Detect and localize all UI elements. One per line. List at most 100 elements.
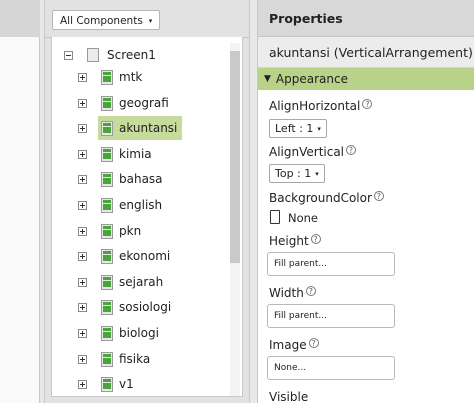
tree-item-label: sejarah bbox=[119, 275, 164, 289]
vertical-arrangement-icon bbox=[101, 120, 113, 136]
tree-item-body[interactable]: v1 bbox=[98, 372, 139, 396]
expand-toggle-icon[interactable] bbox=[78, 226, 87, 236]
tree-item[interactable]: fisika bbox=[78, 348, 155, 370]
collapse-triangle-icon: ▼ bbox=[264, 74, 271, 84]
expand-toggle-icon[interactable] bbox=[78, 200, 87, 210]
vertical-arrangement-icon bbox=[101, 325, 113, 341]
help-icon[interactable]: ? bbox=[362, 99, 373, 109]
help-icon[interactable]: ? bbox=[310, 234, 321, 244]
tree-item-body[interactable]: sosiologi bbox=[98, 295, 176, 319]
image-label: Image bbox=[269, 338, 307, 352]
tree-item-body[interactable]: kimia bbox=[98, 142, 157, 166]
background-color-swatch[interactable] bbox=[270, 210, 280, 224]
expand-toggle-icon[interactable] bbox=[78, 72, 87, 82]
align-vertical-property: AlignVertical? bbox=[269, 145, 357, 159]
help-icon[interactable]: ? bbox=[305, 286, 316, 296]
vertical-arrangement-icon bbox=[101, 171, 113, 187]
tree-item-body[interactable]: geografi bbox=[98, 91, 174, 115]
tree-item[interactable]: geografi bbox=[78, 92, 174, 114]
tree-item[interactable]: english bbox=[78, 194, 167, 216]
appearance-section-label: Appearance bbox=[275, 72, 348, 86]
vertical-arrangement-icon bbox=[101, 351, 113, 367]
viewer-area bbox=[0, 37, 40, 403]
tree-item-label: bahasa bbox=[119, 172, 163, 186]
width-property: Width? bbox=[269, 286, 316, 300]
tree-item-body[interactable]: akuntansi bbox=[98, 116, 183, 140]
expand-toggle-icon[interactable] bbox=[78, 328, 87, 338]
tree-item[interactable]: bahasa bbox=[78, 168, 168, 190]
tree-item[interactable]: kimia bbox=[78, 143, 157, 165]
expand-toggle-icon[interactable] bbox=[78, 277, 87, 287]
tree-item-body[interactable]: pkn bbox=[98, 219, 146, 243]
height-field[interactable]: Fill parent... bbox=[267, 252, 395, 276]
vertical-arrangement-icon bbox=[101, 299, 113, 315]
expand-toggle-icon[interactable] bbox=[78, 123, 87, 133]
help-icon[interactable]: ? bbox=[373, 191, 384, 201]
vertical-arrangement-icon bbox=[101, 223, 113, 239]
tree-item-label: v1 bbox=[119, 377, 134, 391]
background-color-property: BackgroundColor? bbox=[269, 191, 384, 205]
properties-title: Properties bbox=[258, 0, 474, 37]
expand-toggle-icon[interactable] bbox=[78, 379, 87, 389]
align-vertical-select[interactable]: Top : 1 ▾ bbox=[269, 164, 325, 183]
height-property: Height? bbox=[269, 234, 321, 248]
tree-item-body[interactable]: bahasa bbox=[98, 167, 168, 191]
tree-scrollbar-thumb[interactable] bbox=[230, 51, 240, 263]
tree-item-label: biologi bbox=[119, 326, 159, 340]
tree-item-label: geografi bbox=[119, 96, 169, 110]
tree-item[interactable]: sejarah bbox=[78, 271, 168, 293]
tree-item-body[interactable]: mtk bbox=[98, 65, 147, 89]
all-components-dropdown[interactable]: All Components ▾ bbox=[52, 10, 161, 30]
tree-item[interactable]: v1 bbox=[78, 373, 139, 395]
tree-item[interactable]: ekonomi bbox=[78, 245, 175, 267]
components-toolbar: All Components ▾ bbox=[45, 0, 249, 38]
vertical-arrangement-icon bbox=[101, 248, 113, 264]
image-field[interactable]: None... bbox=[267, 356, 395, 380]
appearance-section-header[interactable]: ▼ Appearance bbox=[258, 68, 474, 90]
align-horizontal-select[interactable]: Left : 1 ▾ bbox=[269, 119, 327, 138]
expand-toggle-icon[interactable] bbox=[78, 174, 87, 184]
help-icon[interactable]: ? bbox=[308, 338, 319, 348]
tree-item[interactable]: biologi bbox=[78, 322, 164, 344]
vertical-arrangement-icon bbox=[101, 69, 113, 85]
selected-component-name: akuntansi (VerticalArrangement) bbox=[258, 37, 474, 68]
align-vertical-label: AlignVertical bbox=[269, 145, 345, 159]
tree-item-body[interactable]: biologi bbox=[98, 321, 164, 345]
tree-item-screen[interactable]: Screen1 bbox=[64, 44, 161, 66]
tree-item-label: kimia bbox=[119, 147, 152, 161]
tree-item-label: fisika bbox=[119, 352, 151, 366]
width-field[interactable]: Fill parent... bbox=[267, 304, 395, 328]
tree-item-body[interactable]: ekonomi bbox=[98, 244, 175, 268]
tree-item[interactable]: sosiologi bbox=[78, 296, 176, 318]
expand-toggle-icon[interactable] bbox=[78, 98, 87, 108]
height-label: Height bbox=[269, 234, 309, 248]
viewer-toolbar bbox=[0, 0, 40, 38]
expand-toggle-icon[interactable] bbox=[78, 251, 87, 261]
expand-toggle-icon[interactable] bbox=[78, 149, 87, 159]
tree-item-body[interactable]: fisika bbox=[98, 347, 155, 371]
background-color-value[interactable]: None bbox=[288, 211, 318, 225]
align-horizontal-property: AlignHorizontal? bbox=[269, 99, 373, 113]
tree-item-body[interactable]: Screen1 bbox=[84, 43, 161, 67]
tree-item-body[interactable]: sejarah bbox=[98, 270, 168, 294]
tree-item-label: sosiologi bbox=[119, 300, 172, 314]
tree-item-label: ekonomi bbox=[119, 249, 171, 263]
help-icon[interactable]: ? bbox=[346, 145, 357, 155]
tree-item[interactable]: akuntansi bbox=[78, 116, 183, 140]
tree-item-body[interactable]: english bbox=[98, 193, 167, 217]
visible-label: Visible bbox=[269, 390, 309, 403]
expand-toggle-icon[interactable] bbox=[78, 354, 87, 364]
vertical-arrangement-icon bbox=[101, 95, 113, 111]
chevron-down-icon: ▾ bbox=[315, 169, 319, 178]
vertical-arrangement-icon bbox=[101, 197, 113, 213]
collapse-toggle-icon[interactable] bbox=[64, 50, 73, 60]
viewer-panel-edge bbox=[0, 0, 40, 403]
width-label: Width bbox=[269, 286, 304, 300]
expand-toggle-icon[interactable] bbox=[78, 302, 87, 312]
chevron-down-icon: ▾ bbox=[317, 124, 321, 133]
tree-item[interactable]: mtk bbox=[78, 66, 147, 88]
tree-item[interactable]: pkn bbox=[78, 220, 146, 242]
tree-scrollbar[interactable] bbox=[230, 43, 240, 396]
background-color-label: BackgroundColor bbox=[269, 191, 372, 205]
tree-item-label: english bbox=[119, 198, 163, 212]
